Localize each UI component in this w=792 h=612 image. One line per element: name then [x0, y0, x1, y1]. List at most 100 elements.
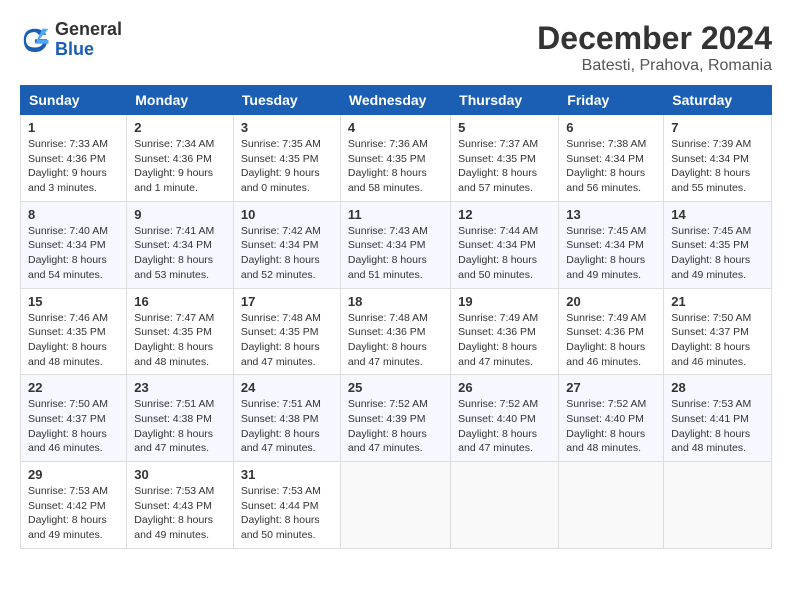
- day-number: 17: [241, 294, 333, 309]
- calendar-header-row: SundayMondayTuesdayWednesdayThursdayFrid…: [21, 86, 772, 115]
- day-number: 9: [134, 207, 226, 222]
- day-number: 31: [241, 467, 333, 482]
- day-info: Sunrise: 7:44 AM Sunset: 4:34 PM Dayligh…: [458, 224, 551, 283]
- day-number: 8: [28, 207, 119, 222]
- day-number: 5: [458, 120, 551, 135]
- calendar-cell: 2 Sunrise: 7:34 AM Sunset: 4:36 PM Daylig…: [127, 115, 234, 202]
- day-number: 1: [28, 120, 119, 135]
- day-number: 7: [671, 120, 764, 135]
- day-number: 12: [458, 207, 551, 222]
- day-info: Sunrise: 7:38 AM Sunset: 4:34 PM Dayligh…: [566, 137, 656, 196]
- day-number: 14: [671, 207, 764, 222]
- calendar-cell: 9 Sunrise: 7:41 AM Sunset: 4:34 PM Daylig…: [127, 201, 234, 288]
- day-number: 4: [348, 120, 443, 135]
- day-number: 3: [241, 120, 333, 135]
- day-number: 16: [134, 294, 226, 309]
- calendar-cell: 24 Sunrise: 7:51 AM Sunset: 4:38 PM Dayli…: [233, 375, 340, 462]
- calendar-cell: 27Sunrise: 7:52 AM Sunset: 4:40 PM Dayli…: [559, 375, 664, 462]
- day-info: Sunrise: 7:41 AM Sunset: 4:34 PM Dayligh…: [134, 224, 226, 283]
- calendar-cell: 13Sunrise: 7:45 AM Sunset: 4:34 PM Dayli…: [559, 201, 664, 288]
- day-info: Sunrise: 7:52 AM Sunset: 4:40 PM Dayligh…: [458, 397, 551, 456]
- calendar-cell: 19 Sunrise: 7:49 AM Sunset: 4:36 PM Dayli…: [451, 288, 559, 375]
- calendar-cell: 23Sunrise: 7:51 AM Sunset: 4:38 PM Dayli…: [127, 375, 234, 462]
- day-info: Sunrise: 7:53 AM Sunset: 4:41 PM Dayligh…: [671, 397, 764, 456]
- day-info: Sunrise: 7:34 AM Sunset: 4:36 PM Dayligh…: [134, 137, 226, 196]
- day-info: Sunrise: 7:49 AM Sunset: 4:36 PM Dayligh…: [458, 311, 551, 370]
- day-info: Sunrise: 7:37 AM Sunset: 4:35 PM Dayligh…: [458, 137, 551, 196]
- calendar-cell: 4Sunrise: 7:36 AM Sunset: 4:35 PM Daylig…: [340, 115, 450, 202]
- calendar-cell: 26 Sunrise: 7:52 AM Sunset: 4:40 PM Dayli…: [451, 375, 559, 462]
- day-info: Sunrise: 7:35 AM Sunset: 4:35 PM Dayligh…: [241, 137, 333, 196]
- day-number: 10: [241, 207, 333, 222]
- day-info: Sunrise: 7:45 AM Sunset: 4:35 PM Dayligh…: [671, 224, 764, 283]
- day-number: 24: [241, 380, 333, 395]
- day-info: Sunrise: 7:50 AM Sunset: 4:37 PM Dayligh…: [671, 311, 764, 370]
- calendar-cell: 30 Sunrise: 7:53 AM Sunset: 4:43 PM Dayli…: [127, 462, 234, 549]
- day-number: 18: [348, 294, 443, 309]
- calendar-cell: 22Sunrise: 7:50 AM Sunset: 4:37 PM Dayli…: [21, 375, 127, 462]
- logo-icon: [20, 25, 50, 55]
- calendar-cell: 14 Sunrise: 7:45 AM Sunset: 4:35 PM Dayli…: [664, 201, 772, 288]
- day-info: Sunrise: 7:51 AM Sunset: 4:38 PM Dayligh…: [241, 397, 333, 456]
- column-header-saturday: Saturday: [664, 86, 772, 115]
- calendar-cell: 16Sunrise: 7:47 AM Sunset: 4:35 PM Dayli…: [127, 288, 234, 375]
- logo-text: General Blue: [55, 20, 122, 60]
- day-number: 15: [28, 294, 119, 309]
- day-info: Sunrise: 7:51 AM Sunset: 4:38 PM Dayligh…: [134, 397, 226, 456]
- page-header: General Blue December 2024 Batesti, Prah…: [20, 20, 772, 75]
- day-number: 22: [28, 380, 119, 395]
- calendar-cell: 28 Sunrise: 7:53 AM Sunset: 4:41 PM Dayli…: [664, 375, 772, 462]
- logo: General Blue: [20, 20, 122, 60]
- day-number: 26: [458, 380, 551, 395]
- day-info: Sunrise: 7:53 AM Sunset: 4:43 PM Dayligh…: [134, 484, 226, 543]
- calendar-cell: 3 Sunrise: 7:35 AM Sunset: 4:35 PM Daylig…: [233, 115, 340, 202]
- calendar-cell: [559, 462, 664, 549]
- day-number: 6: [566, 120, 656, 135]
- logo-blue: Blue: [55, 40, 122, 60]
- day-info: Sunrise: 7:53 AM Sunset: 4:42 PM Dayligh…: [28, 484, 119, 543]
- day-number: 25: [348, 380, 443, 395]
- day-info: Sunrise: 7:53 AM Sunset: 4:44 PM Dayligh…: [241, 484, 333, 543]
- calendar-cell: 15 Sunrise: 7:46 AM Sunset: 4:35 PM Dayli…: [21, 288, 127, 375]
- calendar-week-4: 22Sunrise: 7:50 AM Sunset: 4:37 PM Dayli…: [21, 375, 772, 462]
- calendar-cell: 12 Sunrise: 7:44 AM Sunset: 4:34 PM Dayli…: [451, 201, 559, 288]
- day-number: 2: [134, 120, 226, 135]
- day-info: Sunrise: 7:42 AM Sunset: 4:34 PM Dayligh…: [241, 224, 333, 283]
- day-info: Sunrise: 7:46 AM Sunset: 4:35 PM Dayligh…: [28, 311, 119, 370]
- calendar-cell: 10 Sunrise: 7:42 AM Sunset: 4:34 PM Dayli…: [233, 201, 340, 288]
- column-header-friday: Friday: [559, 86, 664, 115]
- calendar-cell: 29Sunrise: 7:53 AM Sunset: 4:42 PM Dayli…: [21, 462, 127, 549]
- calendar-week-5: 29Sunrise: 7:53 AM Sunset: 4:42 PM Dayli…: [21, 462, 772, 549]
- day-info: Sunrise: 7:39 AM Sunset: 4:34 PM Dayligh…: [671, 137, 764, 196]
- day-info: Sunrise: 7:48 AM Sunset: 4:36 PM Dayligh…: [348, 311, 443, 370]
- page-subtitle: Batesti, Prahova, Romania: [537, 57, 772, 75]
- calendar-cell: 1Sunrise: 7:33 AM Sunset: 4:36 PM Daylig…: [21, 115, 127, 202]
- day-number: 30: [134, 467, 226, 482]
- calendar-cell: [451, 462, 559, 549]
- day-number: 19: [458, 294, 551, 309]
- day-number: 21: [671, 294, 764, 309]
- calendar-week-1: 1Sunrise: 7:33 AM Sunset: 4:36 PM Daylig…: [21, 115, 772, 202]
- logo-general: General: [55, 20, 122, 40]
- calendar-cell: 5 Sunrise: 7:37 AM Sunset: 4:35 PM Daylig…: [451, 115, 559, 202]
- day-info: Sunrise: 7:48 AM Sunset: 4:35 PM Dayligh…: [241, 311, 333, 370]
- day-number: 27: [566, 380, 656, 395]
- calendar-cell: 6 Sunrise: 7:38 AM Sunset: 4:34 PM Daylig…: [559, 115, 664, 202]
- column-header-wednesday: Wednesday: [340, 86, 450, 115]
- day-info: Sunrise: 7:40 AM Sunset: 4:34 PM Dayligh…: [28, 224, 119, 283]
- day-number: 28: [671, 380, 764, 395]
- column-header-monday: Monday: [127, 86, 234, 115]
- calendar-cell: 8 Sunrise: 7:40 AM Sunset: 4:34 PM Daylig…: [21, 201, 127, 288]
- day-number: 13: [566, 207, 656, 222]
- day-number: 11: [348, 207, 443, 222]
- calendar-cell: 25Sunrise: 7:52 AM Sunset: 4:39 PM Dayli…: [340, 375, 450, 462]
- calendar-cell: [340, 462, 450, 549]
- calendar-cell: [664, 462, 772, 549]
- calendar-table: SundayMondayTuesdayWednesdayThursdayFrid…: [20, 85, 772, 549]
- column-header-sunday: Sunday: [21, 86, 127, 115]
- calendar-week-3: 15 Sunrise: 7:46 AM Sunset: 4:35 PM Dayli…: [21, 288, 772, 375]
- day-info: Sunrise: 7:43 AM Sunset: 4:34 PM Dayligh…: [348, 224, 443, 283]
- page-title: December 2024: [537, 20, 772, 57]
- calendar-cell: 21 Sunrise: 7:50 AM Sunset: 4:37 PM Dayli…: [664, 288, 772, 375]
- day-number: 20: [566, 294, 656, 309]
